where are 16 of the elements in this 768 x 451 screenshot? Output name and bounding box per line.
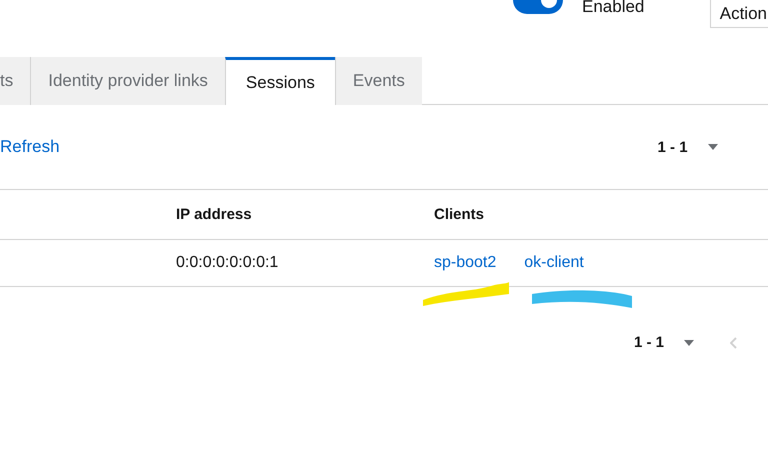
caret-icon: [684, 340, 694, 346]
pagination-dropdown[interactable]: 1 - 1: [658, 138, 718, 156]
column-header: Clients: [434, 206, 486, 223]
column-header: IP address: [176, 206, 253, 223]
action-dropdown[interactable]: Action: [710, 0, 768, 28]
tab[interactable]: Events: [334, 57, 422, 105]
pagination-dropdown[interactable]: 1 - 1: [634, 334, 694, 351]
client-link[interactable]: ok-client: [524, 254, 584, 272]
tab[interactable]: ts: [0, 57, 30, 105]
tab[interactable]: Identity provider links: [30, 57, 225, 105]
table-cell-text: 0:0:0:0:0:0:0:1: [176, 254, 280, 272]
refresh-link[interactable]: Refresh: [0, 137, 60, 157]
tab[interactable]: Sessions: [224, 57, 335, 105]
client-link[interactable]: sp-boot2: [434, 254, 496, 272]
switch-label: Enabled: [582, 0, 644, 17]
caret-icon: [708, 144, 718, 150]
